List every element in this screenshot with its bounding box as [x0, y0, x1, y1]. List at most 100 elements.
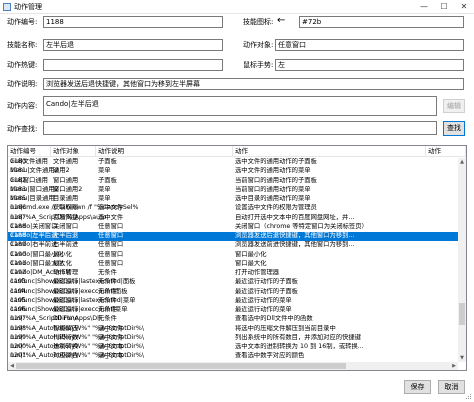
table-cell: run|"%A_ScriptDir%\Apps\Dll [10, 315, 101, 323]
table-cell: Cando|窗口最大化 [10, 259, 64, 267]
skill-icon-field[interactable]: #72b [299, 16, 464, 28]
table-cell: 无条件 [98, 315, 117, 323]
table-row[interactable]: 1189 右半前进 任意窗口 浏览器发送前进快捷键，其他窗口为移到... Cando|右… [8, 241, 458, 250]
table-cell: 自动打开选中文本中的百度网盘网址，并... [235, 213, 355, 221]
table-cell: 无条件 [98, 269, 117, 276]
scroll-down-icon[interactable]: ▼ [458, 354, 466, 362]
table-cell: canfunc|ShowDBData|execcount|菜单 [10, 306, 128, 313]
title-bar: 动作管理 — ☐ ✕ [0, 0, 474, 14]
table-row[interactable]: 1188 左半后退 任意窗口 浏览器发送后退快捷键，其他窗口为移到... Cando|左… [8, 232, 458, 241]
search-button[interactable]: 查找 [443, 121, 465, 136]
table-cell: 当前窗口的通用动作的菜单 [235, 185, 311, 193]
action-id-field[interactable]: 1188 [43, 16, 223, 28]
close-button[interactable]: ✕ [454, 0, 474, 13]
action-desc-label: 动作说明: [7, 80, 38, 88]
table-cell: 左半后退 [53, 232, 79, 239]
cancel-button[interactable]: 取消 [438, 380, 465, 394]
table-cell: 查看选中数字对应的颜色 [235, 352, 305, 360]
column-header[interactable]: 动作 [426, 146, 466, 157]
table-cell: Menu|窗口通用2 [10, 185, 59, 193]
table-row[interactable]: 1198 智能解压 选中文件 将选中的压缩文件解压到当前目录中 run|"%A_Auto… [8, 325, 458, 334]
scroll-right-icon[interactable]: ▶ [450, 362, 458, 370]
table-cell: 窗口最大化 [235, 259, 267, 267]
mouse-gesture-label: 鼠标手势: [243, 61, 274, 69]
table-row[interactable]: 1194 最近运行 无条件 最近运行动作的子面板 canfunc|ShowDBData|… [8, 288, 458, 297]
action-hotkey-label: 动作热键: [7, 61, 38, 69]
table-row[interactable]: 1196 最近运行 无条件 最近运行动作的菜单 canfunc|ShowDBData|e… [8, 306, 458, 315]
table-cell: 窗口通用 [53, 176, 79, 184]
scroll-thumb[interactable] [16, 363, 346, 369]
table-row[interactable]: 1185 目录通用 菜单 选中目录的通用动作的菜单 Menu|目录通用 [8, 195, 458, 204]
table-cell: canfunc|ShowDBData|lastexecuted|菜单 [10, 296, 136, 304]
action-desc-field[interactable]: 浏览器发送后退快捷键，其他窗口为移到左半屏幕 [43, 78, 464, 90]
column-header[interactable]: 动作 [233, 146, 426, 157]
horizontal-scrollbar[interactable]: ◀ ▶ [8, 362, 458, 370]
scroll-up-icon[interactable]: ▲ [458, 158, 466, 166]
table-cell: 选中目录的通用动作的菜单 [235, 195, 311, 202]
action-search-field[interactable] [43, 121, 437, 135]
table-cell: 浏览器发送后退快捷键，其他窗口为移到... [235, 232, 355, 239]
table-cell: 最近运行动作的菜单 [235, 296, 292, 304]
list-rows: 1180 文件通用 子面板 选中文件的通用动作的子面板 Gui|文件通用 1181 通用2 菜… [8, 158, 458, 362]
app-icon [3, 3, 11, 11]
table-row[interactable]: 1190 最小化 任意窗口 窗口最小化 Cando|窗口最小化 [8, 251, 458, 260]
table-row[interactable]: 1195 最近运行 无条件 最近运行动作的菜单 canfunc|ShowDBData|l… [8, 297, 458, 306]
skill-name-field[interactable]: 左半后退 [43, 39, 223, 51]
table-cell: 任意窗口 [98, 222, 124, 230]
table-row[interactable]: 1187 百度网盘 选中文件 自动打开选中文本中的百度网盘网址，并... run|"%A… [8, 214, 458, 223]
table-row[interactable]: 1201 对应颜色 选中文本 查看选中数字对应的颜色 run|"%A_Autohotke… [8, 352, 458, 361]
action-content-label: 动作内容: [7, 102, 38, 110]
action-list[interactable]: 动作编号 动作对象 动作说明 动作 动作 1180 文件通用 子面板 选中文件的通用动… [7, 145, 467, 371]
table-cell: 子面板 [98, 176, 117, 184]
table-row[interactable]: 1199 代码行数 选中文件 列出系统中的所有数目，并添加对应的快捷键 run|"%A_… [8, 334, 458, 343]
table-cell: Cando|左半后退 [10, 232, 58, 239]
table-cell: Cando|窗口最小化 [10, 250, 64, 258]
table-cell: 窗口最小化 [235, 250, 267, 258]
table-cell: canfunc|ShowDBData|lastexecuted|面板 [10, 278, 136, 286]
table-cell: 设置选中文件的权限为管理员 [235, 204, 317, 212]
table-row[interactable]: 1182 窗口通用 子面板 当前窗口的通用动作的子面板 Gui|窗口通用 [8, 177, 458, 186]
action-hotkey-field[interactable] [43, 59, 223, 71]
action-target-field[interactable]: 任意窗口 [275, 39, 464, 51]
table-row[interactable]: 1191 最大化 任意窗口 窗口最大化 Cando|窗口最大化 [8, 260, 458, 269]
table-cell: 关闭窗口 [53, 222, 79, 230]
table-cell: run|"%A_AutohotkeyW%" "%A_ScriptDir%\ [10, 324, 144, 332]
mouse-gesture-field[interactable]: 左 [275, 59, 464, 71]
table-row[interactable]: 1181 通用2 菜单 选中文件的通用动作的菜单 Menu|文件通用2 [8, 167, 458, 176]
table-row[interactable]: 1183 窗口通用2 菜单 当前窗口的通用动作的菜单 Menu|窗口通用2 [8, 186, 458, 195]
table-cell: Gui|文件通用 [10, 158, 48, 165]
table-row[interactable]: 1180 文件通用 子面板 选中文件的通用动作的子面板 Gui|文件通用 [8, 158, 458, 167]
table-cell: 任意窗口 [98, 232, 124, 239]
table-cell: 任意窗口 [98, 259, 124, 267]
table-cell: 列出系统中的所有数目，并添加对应的快捷键 [235, 333, 361, 341]
table-row[interactable]: 1186 获取权限 选中文件 设置选中文件的权限为管理员 run|cmd.exe /c … [8, 204, 458, 213]
table-row[interactable]: 1197 Dll Func 无条件 查看选中的Dll文件中的函数 run|"%A_Scr… [8, 315, 458, 324]
table-row[interactable]: 1193 最近运行 无条件 最近运行动作的子面板 canfunc|ShowDBData|… [8, 278, 458, 287]
table-row[interactable]: 1188 关闭窗口 任意窗口 关闭窗口（chrome 等特定窗口为关闭标签页） Cand… [8, 223, 458, 232]
minimize-button[interactable]: — [414, 0, 434, 13]
table-cell: 选中文件 [98, 213, 124, 221]
table-cell: 查看选中的Dll文件中的函数 [235, 315, 313, 323]
table-cell: 将选中的压缩文件解压到当前目录中 [235, 324, 336, 332]
table-cell: 最近运行动作的菜单 [235, 306, 292, 313]
table-cell: run|"%A_AutohotkeyW%" "%A_ScriptDir%\ [10, 333, 144, 341]
table-row[interactable]: 1192 动作管理 无条件 打开动作管理器 Cando|DM_ActionM [8, 269, 458, 278]
table-cell: run|"%A_AutohotkeyW%" "%A_ScriptDir%\ [10, 343, 144, 350]
action-target-label: 动作对象: [243, 41, 274, 49]
column-header[interactable]: 动作说明 [96, 146, 233, 157]
scroll-thumb[interactable] [459, 303, 465, 325]
column-header[interactable]: 动作编号 [8, 146, 51, 157]
column-header[interactable]: 动作对象 [51, 146, 96, 157]
edit-button[interactable]: 编辑 [443, 99, 465, 113]
vertical-scrollbar[interactable]: ▲ ▼ [458, 158, 466, 362]
table-row[interactable]: 1200 进制转换 选中文本 选中文本的进制转换为 10 到 16制，或转换... ru… [8, 343, 458, 352]
table-cell: 子面板 [98, 158, 117, 165]
table-cell: run|"%A_ScriptDir%\Apps\auto [10, 213, 107, 221]
table-cell: 文件通用 [53, 158, 79, 165]
resize-grip-icon[interactable] [466, 394, 472, 400]
maximize-button[interactable]: ☐ [434, 0, 454, 13]
action-content-textarea[interactable]: Cando|左半后退 [43, 96, 437, 116]
scroll-left-icon[interactable]: ◀ [8, 362, 16, 370]
table-cell: Cando|关闭窗口 [10, 222, 58, 230]
save-button[interactable]: 保存 [404, 380, 431, 394]
